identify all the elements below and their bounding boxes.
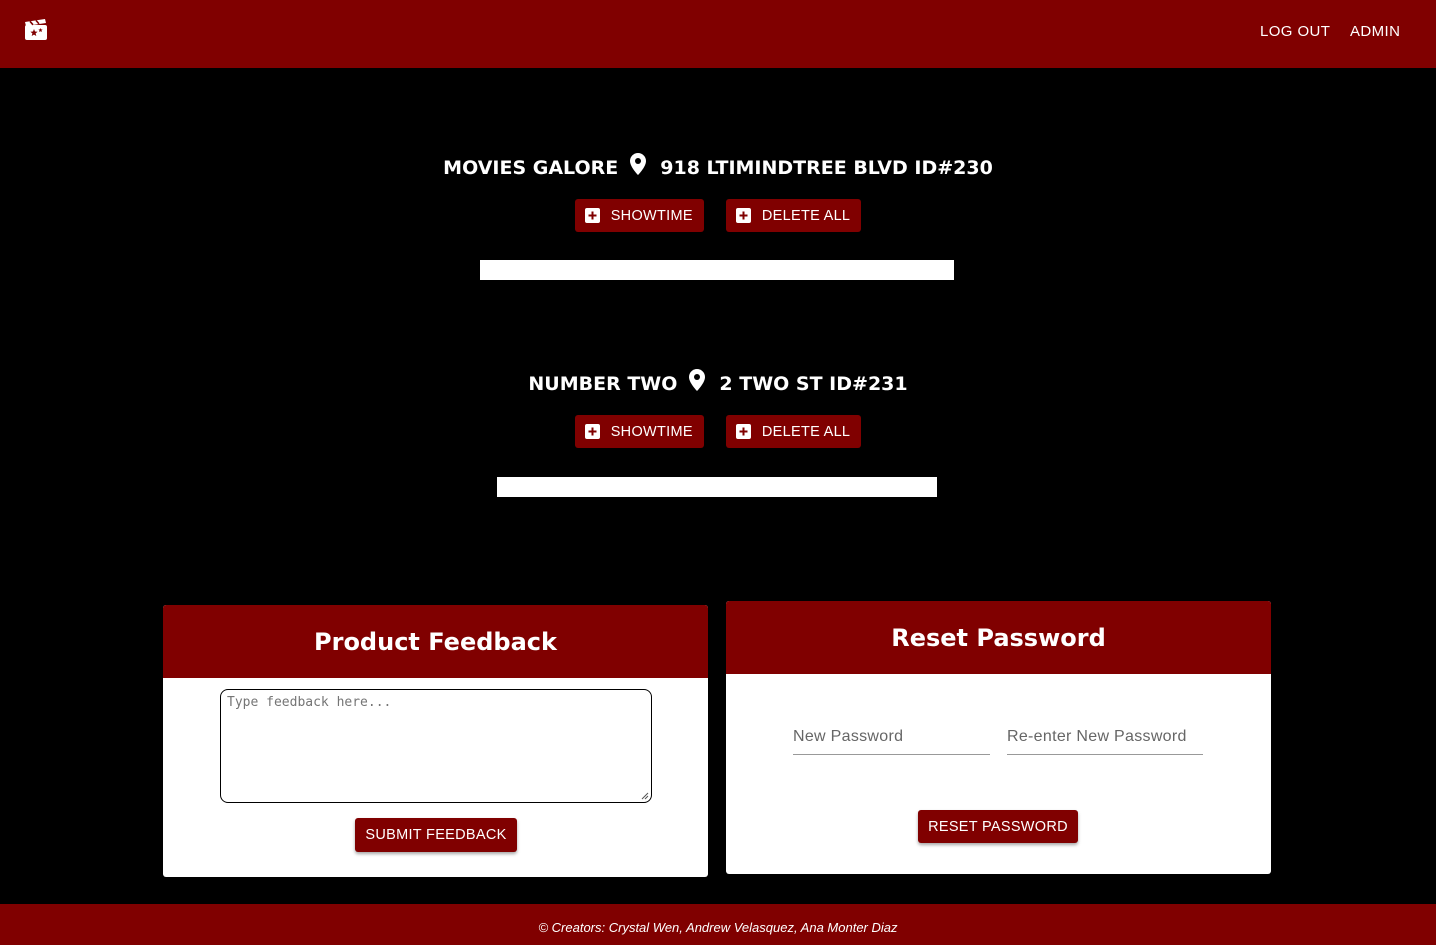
theater-actions: SHOWTIME DELETE ALL bbox=[0, 415, 1436, 448]
submit-feedback-button[interactable]: SUBMIT FEEDBACK bbox=[355, 818, 517, 852]
resize-grip-icon[interactable] bbox=[641, 792, 649, 800]
theater-header: NUMBER TWO 2 TWO ST ID#231 bbox=[0, 369, 1436, 399]
delete-all-button[interactable]: DELETE ALL bbox=[725, 199, 862, 232]
footer: © Creators: Crystal Wen, Andrew Velasque… bbox=[0, 904, 1436, 945]
theater-address: 2 TWO ST ID#231 bbox=[719, 373, 908, 395]
top-nav-bar: LOG OUT ADMIN bbox=[0, 0, 1436, 68]
location-pin-icon bbox=[630, 153, 647, 175]
showtime-list bbox=[480, 260, 954, 280]
reset-password-card: Reset Password New Password Re-enter New… bbox=[726, 601, 1271, 874]
delete-all-label: DELETE ALL bbox=[761, 207, 851, 224]
new-password-field[interactable]: New Password bbox=[793, 728, 990, 755]
theater-actions: SHOWTIME DELETE ALL bbox=[0, 199, 1436, 232]
add-box-icon bbox=[735, 424, 751, 439]
showtime-list bbox=[497, 477, 937, 497]
theater-section: NUMBER TWO 2 TWO ST ID#231 SHOWTIME DELE… bbox=[0, 369, 1436, 448]
reset-password-button[interactable]: RESET PASSWORD bbox=[918, 810, 1078, 843]
admin-link[interactable]: ADMIN bbox=[1350, 23, 1400, 40]
reenter-password-field[interactable]: Re-enter New Password bbox=[1007, 728, 1203, 755]
theater-section: MOVIES GALORE 918 LTIMINDTREE BLVD ID#23… bbox=[0, 153, 1436, 232]
add-box-icon bbox=[584, 208, 600, 223]
add-box-icon bbox=[584, 424, 600, 439]
theater-name: MOVIES GALORE bbox=[443, 157, 619, 179]
feedback-card: Product Feedback SUBMIT FEEDBACK bbox=[163, 605, 708, 877]
reset-password-title: Reset Password bbox=[726, 601, 1271, 674]
add-box-icon bbox=[735, 208, 751, 223]
showtime-label: SHOWTIME bbox=[610, 207, 693, 224]
logout-link[interactable]: LOG OUT bbox=[1260, 23, 1330, 40]
feedback-title: Product Feedback bbox=[163, 605, 708, 678]
theater-address: 918 LTIMINDTREE BLVD ID#230 bbox=[660, 157, 993, 179]
theater-header: MOVIES GALORE 918 LTIMINDTREE BLVD ID#23… bbox=[0, 153, 1436, 183]
delete-all-button[interactable]: DELETE ALL bbox=[725, 415, 862, 448]
showtime-label: SHOWTIME bbox=[610, 423, 693, 440]
delete-all-label: DELETE ALL bbox=[761, 423, 851, 440]
showtime-button[interactable]: SHOWTIME bbox=[574, 199, 704, 232]
footer-credits: © Creators: Crystal Wen, Andrew Velasque… bbox=[538, 920, 898, 935]
location-pin-icon bbox=[689, 369, 706, 391]
theater-name: NUMBER TWO bbox=[528, 373, 678, 395]
clapperboard-icon[interactable] bbox=[24, 19, 48, 41]
feedback-textarea[interactable] bbox=[220, 689, 652, 803]
showtime-button[interactable]: SHOWTIME bbox=[574, 415, 704, 448]
